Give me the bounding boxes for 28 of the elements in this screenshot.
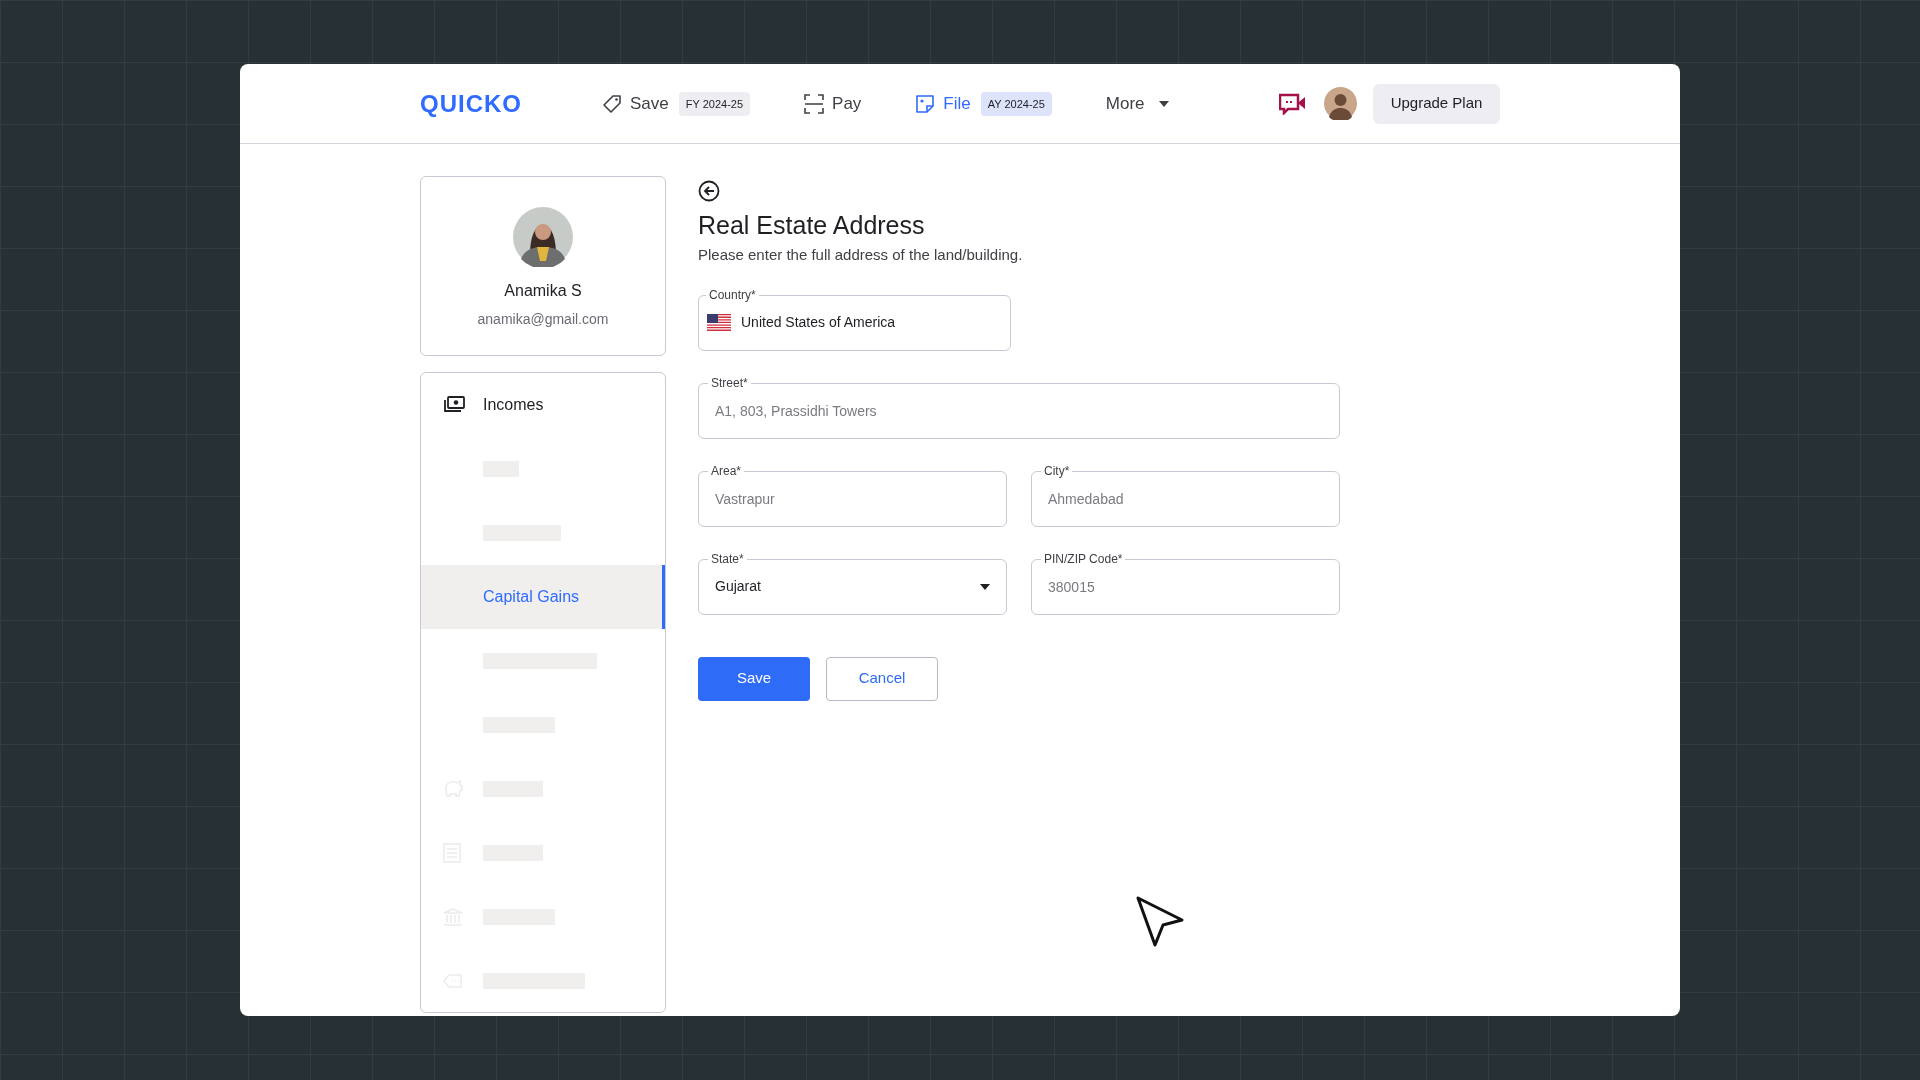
nav-link[interactable]: Save: [602, 90, 669, 117]
logo[interactable]: QUICKO: [420, 88, 522, 119]
upgrade-plan-button[interactable]: Upgrade Plan: [1373, 83, 1500, 124]
page-title: Real Estate Address: [698, 210, 926, 240]
video-call-icon[interactable]: [1279, 92, 1306, 115]
note-icon: [915, 93, 936, 114]
save-button[interactable]: Save: [698, 656, 810, 701]
flag-icon: [707, 314, 731, 331]
nav-link[interactable]: File: [915, 90, 971, 117]
caret-icon: [980, 583, 990, 590]
back-icon[interactable]: [698, 180, 720, 202]
cursor-icon: [1135, 895, 1185, 949]
page-subtitle: Please enter the full address of the land/building.: [698, 245, 1024, 265]
caret-icon: [1158, 100, 1169, 107]
cancel-button[interactable]: Cancel: [826, 656, 938, 701]
sidebar-item[interactable]: Incomes: [421, 373, 665, 437]
nav-link[interactable]: Pay: [804, 90, 862, 117]
sidebar-item[interactable]: Capital Gains: [421, 565, 665, 629]
avatar: [513, 207, 573, 267]
nav-link[interactable]: More: [1105, 90, 1169, 117]
user-email: anamika@gmail.com: [477, 310, 609, 329]
tag-icon: [602, 93, 622, 114]
scan-icon: [804, 93, 825, 114]
user-name: Anamika S: [504, 281, 582, 301]
year-badge: AY 2024-25: [980, 91, 1052, 116]
year-badge: FY 2024-25: [678, 91, 751, 116]
avatar[interactable]: [1324, 87, 1357, 120]
money-icon: [443, 396, 465, 414]
